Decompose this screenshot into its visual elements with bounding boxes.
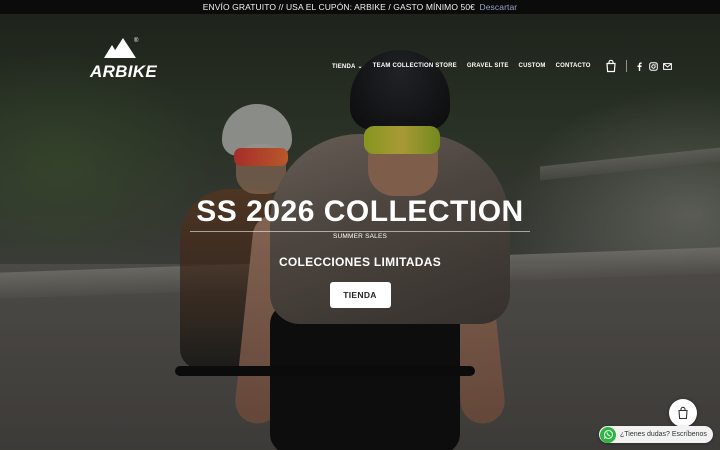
hero-title: SS 2026 COLLECTION [196, 195, 524, 228]
whatsapp-text: ¿Tienes dudas? Escríbenos [620, 431, 707, 438]
instagram-icon[interactable] [648, 61, 658, 71]
brand-wordmark: ARBIKE [90, 62, 157, 81]
nav-divider [625, 60, 627, 72]
whatsapp-chat-button[interactable]: ¿Tienes dudas? Escríbenos [599, 426, 713, 443]
nav-item-team-collection-store[interactable]: TEAM COLLECTION STORE [368, 63, 462, 69]
shop-button[interactable]: TIENDA [329, 282, 391, 308]
registered-mark: ® [134, 38, 139, 44]
announcement-text: ENVÍO GRATUITO // USA EL CUPÓN: ARBIKE /… [202, 2, 476, 12]
email-icon[interactable] [662, 62, 672, 71]
site-header: ® ARBIKE TIENDA ⌄ TEAM COLLECTION STORE G… [0, 14, 720, 94]
nav-item-gravel-site[interactable]: GRAVEL SITE [462, 63, 514, 69]
dismiss-link[interactable]: Descartar [479, 2, 517, 12]
main-nav: TIENDA ⌄ TEAM COLLECTION STORE GRAVEL SIT… [327, 58, 672, 74]
chevron-down-icon: ⌄ [357, 63, 363, 70]
hero-divider [190, 231, 530, 232]
shopping-bag-icon [678, 406, 688, 420]
brand-logo[interactable]: ® ARBIKE [90, 38, 157, 90]
hero-collections-heading: COLECCIONES LIMITADAS [278, 255, 442, 269]
facebook-icon[interactable] [635, 62, 644, 71]
floating-cart-button[interactable] [669, 399, 697, 427]
nav-item-tienda[interactable]: TIENDA ⌄ [327, 63, 368, 70]
nav-item-contacto[interactable]: CONTACTO [551, 63, 596, 69]
announcement-bar: ENVÍO GRATUITO // USA EL CUPÓN: ARBIKE /… [0, 0, 720, 14]
hero-content: SS 2026 COLLECTION SUMMER SALES COLECCIO… [0, 195, 720, 308]
hero-subtitle: SUMMER SALES [332, 233, 388, 240]
whatsapp-icon [600, 426, 616, 443]
nav-item-label: TIENDA [332, 63, 356, 70]
shopping-bag-icon[interactable] [604, 59, 618, 73]
mountain-logo-small-icon [104, 45, 120, 58]
nav-item-custom[interactable]: CUSTOM [514, 63, 551, 69]
social-links [635, 61, 672, 71]
